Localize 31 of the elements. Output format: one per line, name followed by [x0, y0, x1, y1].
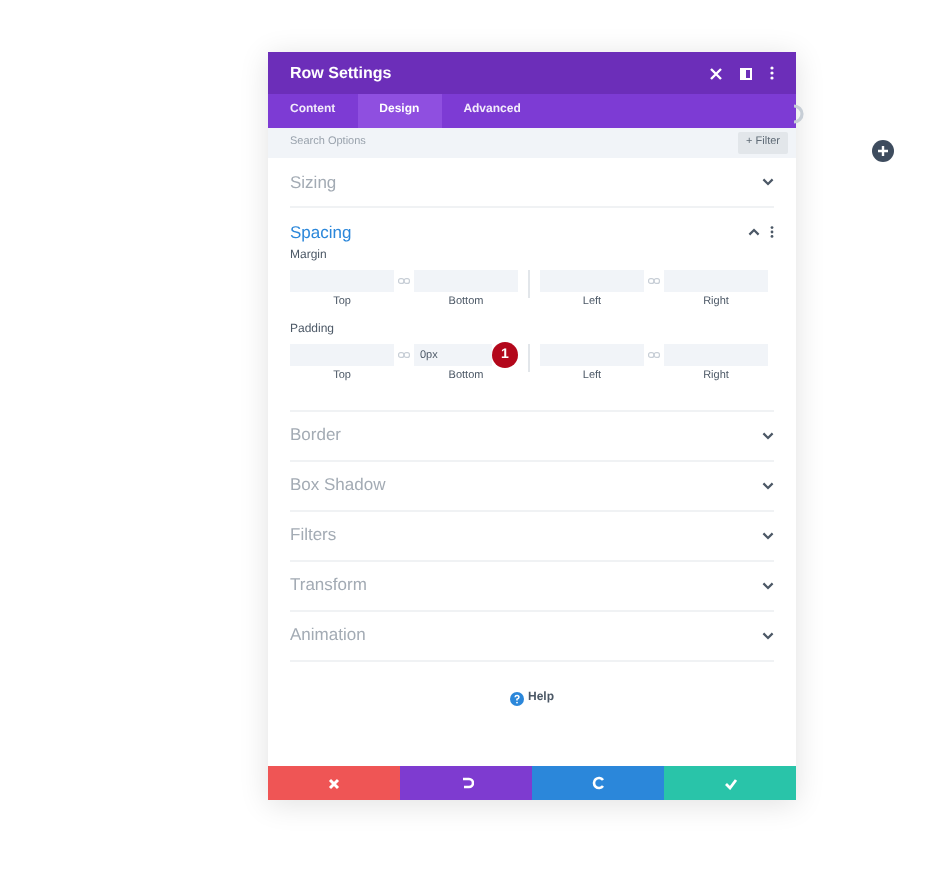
undo-icon	[459, 776, 473, 790]
close-icon	[328, 777, 340, 789]
check-icon	[723, 777, 737, 789]
undo-button[interactable]	[400, 766, 532, 800]
link-icon[interactable]	[648, 352, 660, 359]
add-icon[interactable]	[872, 140, 894, 162]
section-title[interactable]: Box Shadow	[290, 472, 386, 498]
redo-icon	[591, 776, 605, 790]
section-title[interactable]: Animation	[290, 622, 366, 648]
section-title[interactable]: Transform	[290, 572, 367, 598]
section-title[interactable]: Filters	[290, 522, 337, 548]
help-icon[interactable]	[509, 691, 524, 705]
expand-chevron-icon[interactable]	[762, 481, 774, 489]
expand-chevron-icon[interactable]	[762, 631, 774, 639]
save-button[interactable]	[664, 766, 796, 800]
expand-chevron-icon[interactable]	[762, 431, 774, 439]
section-title[interactable]: Spacing	[290, 219, 352, 245]
window-title: Row Settings	[290, 61, 392, 85]
link-icon[interactable]	[398, 278, 410, 284]
expand-chevron-icon[interactable]	[762, 178, 774, 186]
redo-button[interactable]	[532, 766, 664, 800]
collapse-chevron-icon[interactable]	[748, 228, 760, 236]
link-icon[interactable]	[648, 278, 660, 284]
split-view-icon[interactable]	[740, 67, 752, 79]
section-title[interactable]: Sizing	[290, 169, 337, 195]
link-icon[interactable]	[398, 352, 410, 359]
expand-chevron-icon[interactable]	[762, 531, 774, 539]
expand-chevron-icon[interactable]	[762, 581, 774, 589]
section-title[interactable]: Border	[290, 422, 342, 448]
cancel-button[interactable]	[268, 766, 400, 800]
close-icon[interactable]	[710, 67, 722, 79]
